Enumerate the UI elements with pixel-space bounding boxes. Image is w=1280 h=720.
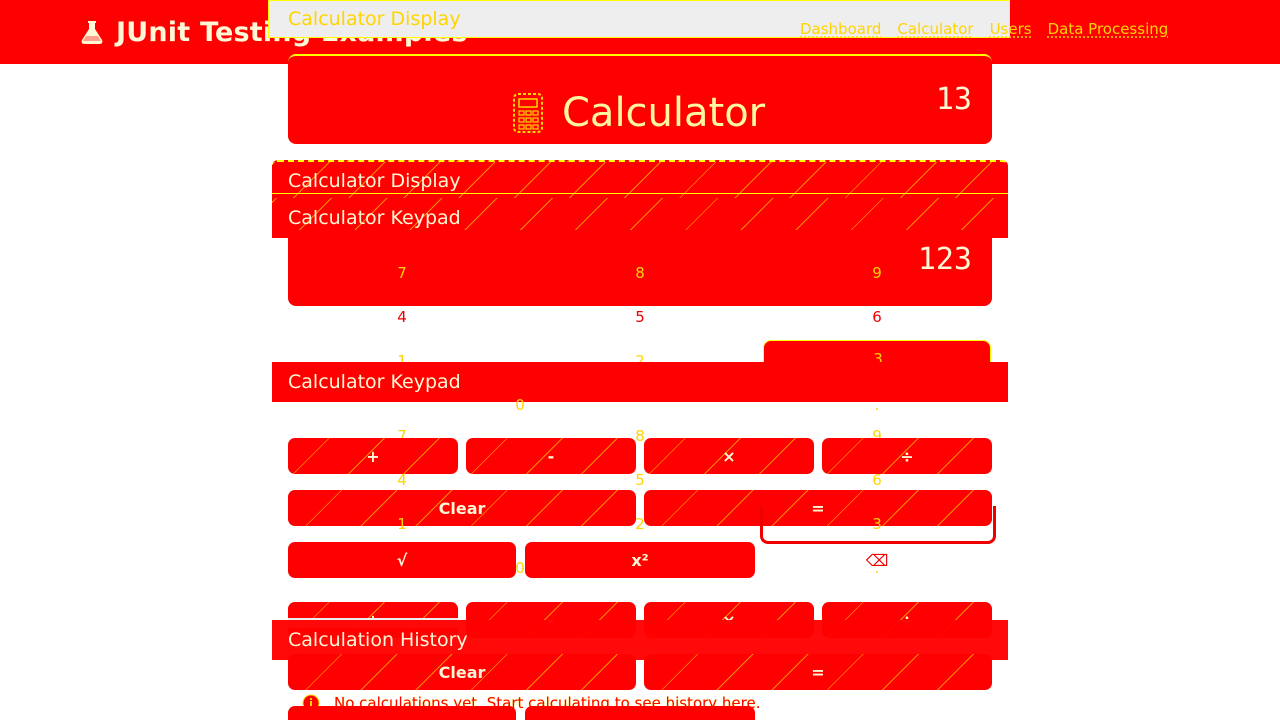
- clear-button[interactable]: Clear: [288, 490, 636, 526]
- key-5-ghost[interactable]: 5: [628, 308, 652, 326]
- key-6[interactable]: 6: [865, 471, 889, 489]
- subtract-button[interactable]: -: [466, 438, 636, 474]
- sqrt-button[interactable]: √: [288, 542, 516, 578]
- key-5[interactable]: 5: [628, 471, 652, 489]
- nav-link-calculator[interactable]: Calculator: [897, 20, 973, 38]
- nav-link-users[interactable]: Users: [990, 20, 1032, 38]
- key-0-ghost[interactable]: 0: [508, 396, 532, 414]
- key-6-ghost[interactable]: 6: [865, 308, 889, 326]
- key-dot[interactable]: .: [865, 559, 889, 577]
- square-button[interactable]: x²: [525, 542, 755, 578]
- hero-title: Calculator: [562, 90, 766, 136]
- nav-link-dashboard[interactable]: Dashboard: [800, 20, 881, 38]
- key-9-ghost[interactable]: 9: [865, 264, 889, 282]
- clear-button-ghost[interactable]: Clear: [288, 654, 636, 690]
- calculator-icon: [513, 93, 543, 133]
- key-7-ghost[interactable]: 7: [390, 264, 414, 282]
- sqrt-button-ghost[interactable]: [288, 706, 516, 720]
- key-2[interactable]: 2: [628, 515, 652, 533]
- equals-button-ghost[interactable]: =: [644, 654, 992, 690]
- key-3[interactable]: 3: [865, 515, 889, 533]
- keypad-card-header: Calculator Keypad: [272, 362, 1008, 402]
- multiply-button[interactable]: ×: [644, 438, 814, 474]
- square-button-ghost[interactable]: [525, 706, 755, 720]
- key-8-ghost[interactable]: 8: [628, 264, 652, 282]
- display-value: 123: [917, 242, 972, 277]
- keypad-header-label: Calculator Keypad: [288, 371, 461, 393]
- add-button[interactable]: +: [288, 438, 458, 474]
- key-1[interactable]: 1: [390, 515, 414, 533]
- nav-link-data-processing[interactable]: Data Processing: [1048, 20, 1169, 38]
- hero-value: 13: [935, 82, 972, 117]
- ghost-display-title: Calculator Display: [288, 8, 461, 30]
- calculator-hero: Calculator 13: [288, 54, 992, 144]
- key-dot-ghost[interactable]: .: [865, 396, 889, 414]
- divide-button[interactable]: ÷: [822, 438, 992, 474]
- key-4-ghost[interactable]: 4: [390, 308, 414, 326]
- flask-icon: [81, 21, 103, 44]
- keypad-header-label-ghost: Calculator Keypad: [288, 207, 461, 229]
- display-header-label: Calculator Display: [288, 170, 461, 192]
- nav-links: Dashboard Calculator Users Data Processi…: [800, 20, 1168, 38]
- key-0[interactable]: 0: [508, 559, 532, 577]
- key-4[interactable]: 4: [390, 471, 414, 489]
- history-header-label: Calculation History: [288, 629, 468, 651]
